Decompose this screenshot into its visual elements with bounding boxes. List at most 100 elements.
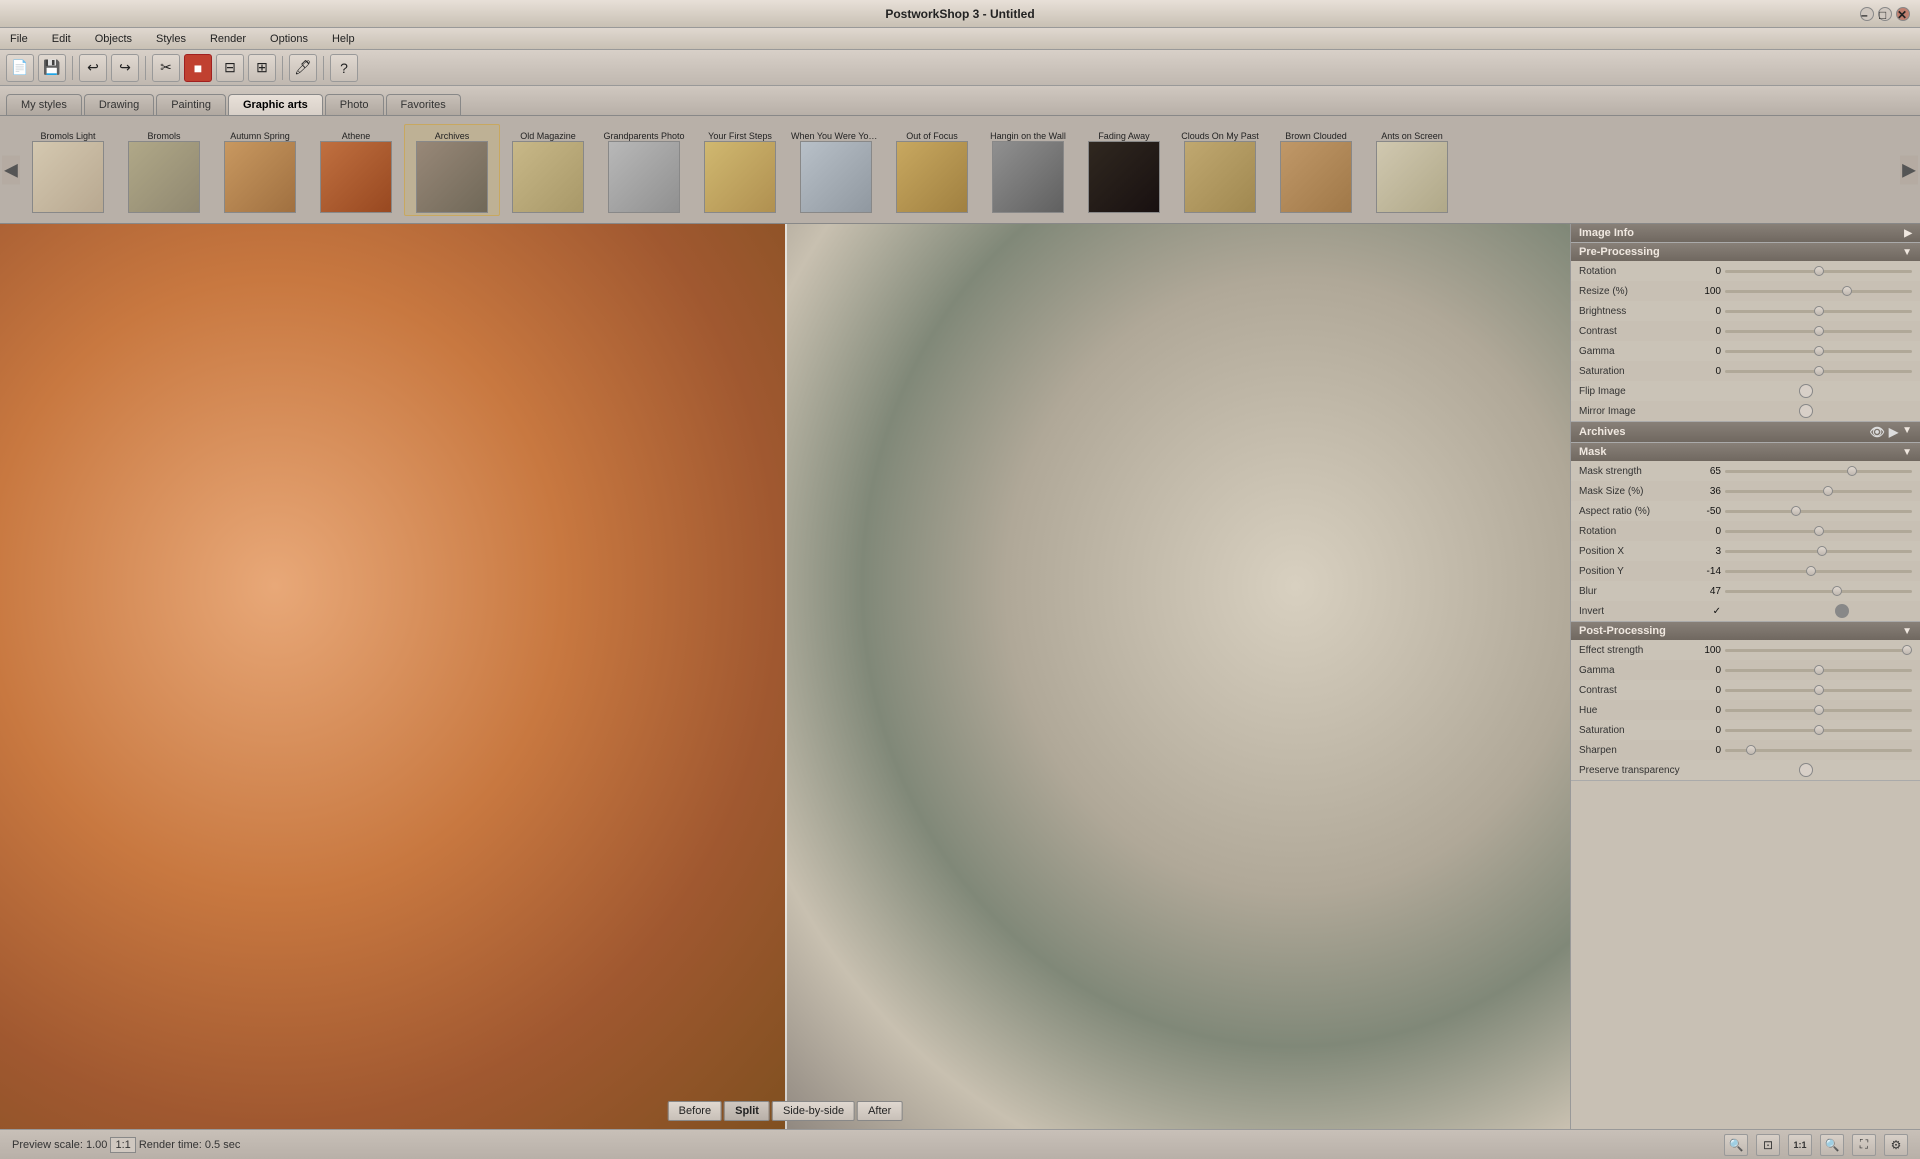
invert-checkbox[interactable]: [1835, 604, 1849, 618]
preset-nav-left[interactable]: ◀: [2, 155, 20, 184]
menu-file[interactable]: File: [6, 31, 32, 47]
zoom-out-button[interactable]: 🔍: [1724, 1134, 1748, 1156]
preset-nav-right[interactable]: ▶: [1900, 155, 1918, 184]
menu-options[interactable]: Options: [266, 31, 312, 47]
contrast-slider[interactable]: [1725, 324, 1912, 338]
menu-objects[interactable]: Objects: [91, 31, 136, 47]
preset-bromols[interactable]: Bromols: [116, 125, 212, 215]
blur-slider[interactable]: [1725, 584, 1912, 598]
settings-button[interactable]: ⚙: [1884, 1134, 1908, 1156]
mask-header[interactable]: Mask ▼: [1571, 443, 1920, 461]
zoom-in-button[interactable]: 🔍: [1820, 1134, 1844, 1156]
tab-photo[interactable]: Photo: [325, 94, 384, 115]
close-button[interactable]: ✕: [1896, 7, 1910, 21]
minimize-button[interactable]: –: [1860, 7, 1874, 21]
sharpen-row: Sharpen 0: [1571, 740, 1920, 760]
mask-size-slider[interactable]: [1725, 484, 1912, 498]
menu-render[interactable]: Render: [206, 31, 250, 47]
render-time-label: Render time: 0.5 sec: [139, 1139, 241, 1151]
preset-out-of-focus[interactable]: Out of Focus: [884, 125, 980, 215]
view-sidebyside-button[interactable]: Side-by-side: [772, 1101, 855, 1121]
archives-header[interactable]: Archives 👁 ▶ ▼: [1571, 422, 1920, 442]
menu-styles[interactable]: Styles: [152, 31, 190, 47]
view3-button[interactable]: ⊞: [248, 54, 276, 82]
pre-processing-header[interactable]: Pre-Processing ▼: [1571, 243, 1920, 261]
view-split-button[interactable]: Split: [724, 1101, 770, 1121]
preset-archives[interactable]: Archives: [404, 124, 500, 216]
archives-play-icon[interactable]: ▶: [1889, 425, 1898, 439]
tab-favorites[interactable]: Favorites: [386, 94, 461, 115]
mask-rotation-slider[interactable]: [1725, 524, 1912, 538]
preset-clouds-on-my-past[interactable]: Clouds On My Past: [1172, 125, 1268, 215]
menu-edit[interactable]: Edit: [48, 31, 75, 47]
preset-when-you-were-young[interactable]: When You Were Young: [788, 125, 884, 215]
post-contrast-slider[interactable]: [1725, 683, 1912, 697]
pre-processing-collapse[interactable]: ▼: [1902, 247, 1912, 258]
preset-brown-clouded[interactable]: Brown Clouded: [1268, 125, 1364, 215]
mirror-image-checkbox[interactable]: [1799, 404, 1813, 418]
zoom-fit-button[interactable]: ⊡: [1756, 1134, 1780, 1156]
view-before-button[interactable]: Before: [668, 1101, 722, 1121]
flip-image-row: Flip Image: [1571, 381, 1920, 401]
resize-slider[interactable]: [1725, 284, 1912, 298]
ratio-value[interactable]: 1:1: [110, 1137, 135, 1153]
archives-eye-icon[interactable]: 👁: [1870, 425, 1885, 439]
mask-collapse[interactable]: ▼: [1902, 447, 1912, 458]
redo-button[interactable]: ↪: [111, 54, 139, 82]
blur-label: Blur: [1579, 586, 1689, 597]
brush-button[interactable]: 🖊: [289, 54, 317, 82]
tab-my-styles[interactable]: My styles: [6, 94, 82, 115]
preset-strip: ◀ Bromols Light Bromols Autumn Spring At…: [0, 116, 1920, 224]
rotation-slider[interactable]: [1725, 264, 1912, 278]
tab-graphic-arts[interactable]: Graphic arts: [228, 94, 323, 115]
post-saturation-slider[interactable]: [1725, 723, 1912, 737]
hue-slider[interactable]: [1725, 703, 1912, 717]
mask-strength-slider[interactable]: [1725, 464, 1912, 478]
post-gamma-slider[interactable]: [1725, 663, 1912, 677]
sharpen-slider[interactable]: [1725, 743, 1912, 757]
image-info-collapse[interactable]: ▶: [1904, 228, 1912, 239]
preset-athene[interactable]: Athene: [308, 125, 404, 215]
view1-button[interactable]: ■: [184, 54, 212, 82]
position-y-slider[interactable]: [1725, 564, 1912, 578]
preset-autumn-spring[interactable]: Autumn Spring: [212, 125, 308, 215]
position-y-label: Position Y: [1579, 566, 1689, 577]
menu-help[interactable]: Help: [328, 31, 359, 47]
effect-strength-slider[interactable]: [1725, 643, 1912, 657]
preset-ants-on-screen[interactable]: Ants on Screen: [1364, 125, 1460, 215]
view-after-button[interactable]: After: [857, 1101, 902, 1121]
preset-fading-away[interactable]: Fading Away: [1076, 125, 1172, 215]
position-x-slider[interactable]: [1725, 544, 1912, 558]
zoom-100-button[interactable]: 1:1: [1788, 1134, 1812, 1156]
save-button[interactable]: 💾: [38, 54, 66, 82]
preset-hangin-on-wall[interactable]: Hangin on the Wall: [980, 125, 1076, 215]
fullscreen-button[interactable]: ⛶: [1852, 1134, 1876, 1156]
preserve-transparency-checkbox[interactable]: [1799, 763, 1813, 777]
preset-grandparents-photo[interactable]: Grandparents Photo: [596, 125, 692, 215]
tab-painting[interactable]: Painting: [156, 94, 226, 115]
tab-drawing[interactable]: Drawing: [84, 94, 154, 115]
post-processing-collapse[interactable]: ▼: [1902, 626, 1912, 637]
preset-old-magazine[interactable]: Old Magazine: [500, 125, 596, 215]
preset-your-first-steps[interactable]: Your First Steps: [692, 125, 788, 215]
brightness-value: 0: [1689, 306, 1721, 317]
undo-button[interactable]: ↩: [79, 54, 107, 82]
saturation-slider[interactable]: [1725, 364, 1912, 378]
crop-button[interactable]: ✂: [152, 54, 180, 82]
new-button[interactable]: 📄: [6, 54, 34, 82]
view2-button[interactable]: ⊟: [216, 54, 244, 82]
post-saturation-label: Saturation: [1579, 725, 1689, 736]
maximize-button[interactable]: □: [1878, 7, 1892, 21]
menubar: File Edit Objects Styles Render Options …: [0, 28, 1920, 50]
gamma-slider[interactable]: [1725, 344, 1912, 358]
help-button[interactable]: ?: [330, 54, 358, 82]
canvas-area[interactable]: Before Split Side-by-side After: [0, 224, 1570, 1129]
image-info-header[interactable]: Image Info ▶: [1571, 224, 1920, 242]
split-divider[interactable]: [785, 224, 787, 1129]
aspect-ratio-slider[interactable]: [1725, 504, 1912, 518]
archives-collapse[interactable]: ▼: [1902, 425, 1912, 439]
brightness-slider[interactable]: [1725, 304, 1912, 318]
flip-image-checkbox[interactable]: [1799, 384, 1813, 398]
post-processing-header[interactable]: Post-Processing ▼: [1571, 622, 1920, 640]
preset-bromols-light[interactable]: Bromols Light: [20, 125, 116, 215]
